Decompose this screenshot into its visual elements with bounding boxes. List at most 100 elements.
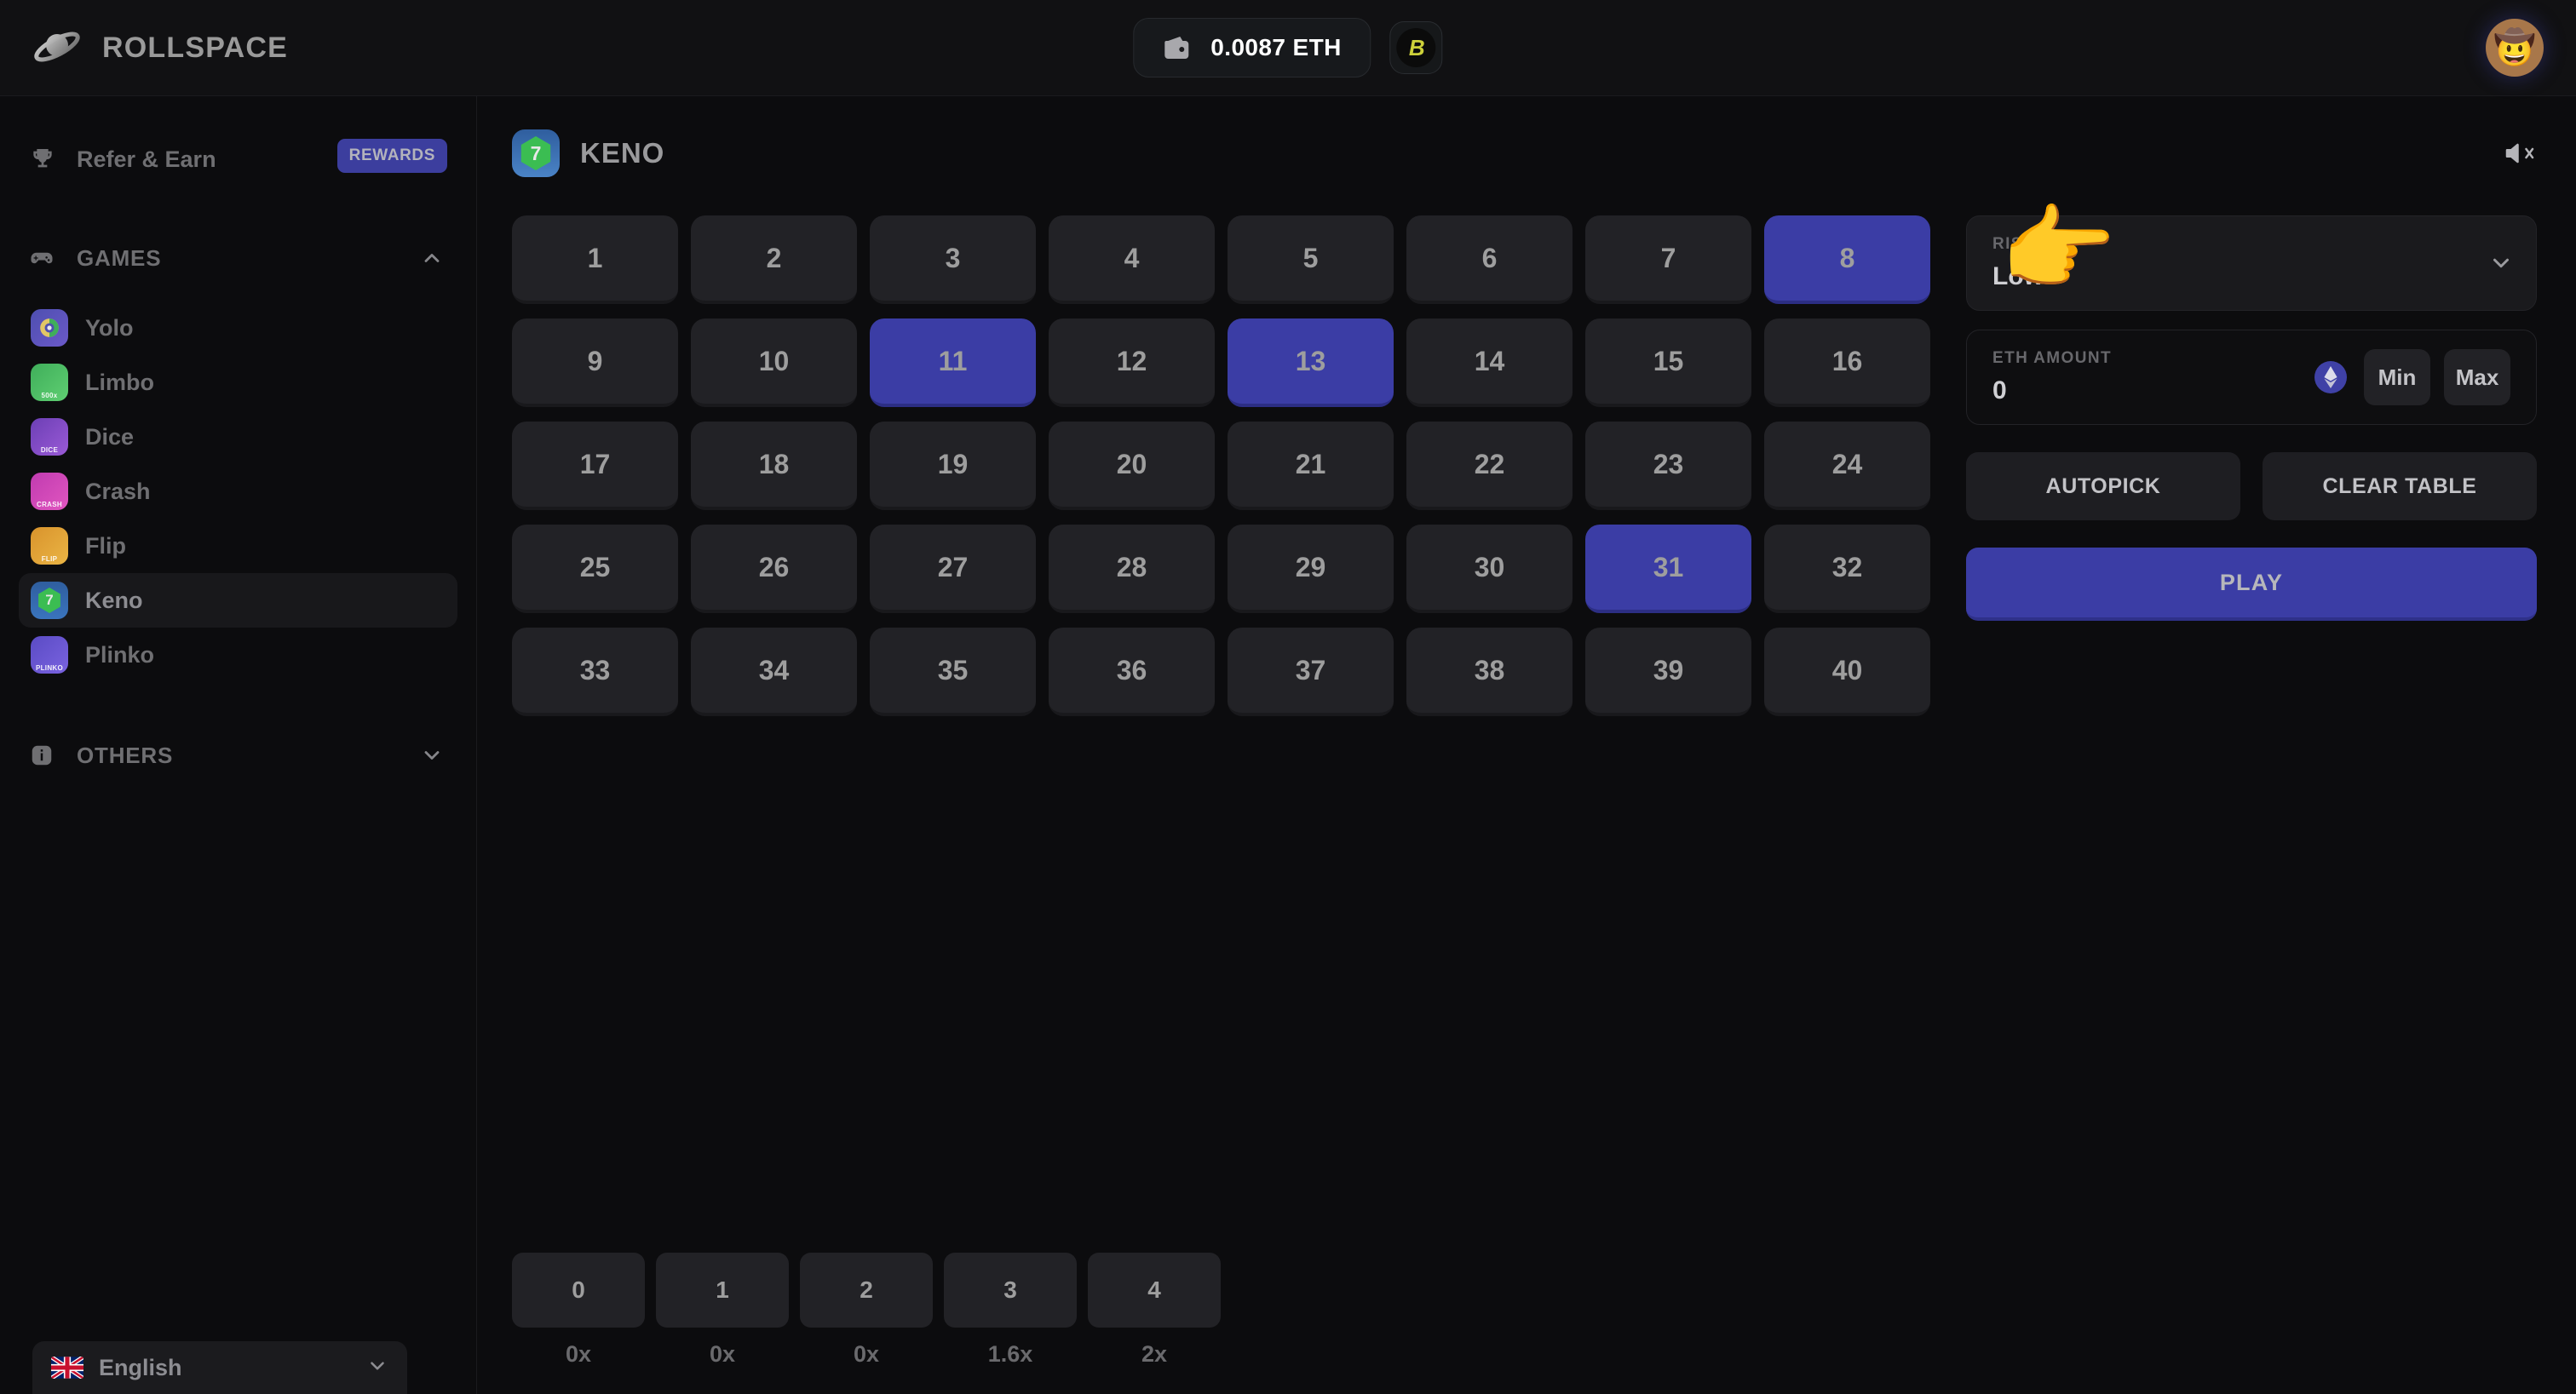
keno-tile-27[interactable]: 27 [870, 525, 1036, 613]
partner-badge-button[interactable]: B [1389, 21, 1443, 74]
keno-tile-19[interactable]: 19 [870, 422, 1036, 510]
keno-tile-32[interactable]: 32 [1764, 525, 1930, 613]
planet-saturn-icon [34, 28, 83, 67]
b-logo-icon: B [1396, 28, 1436, 67]
keno-tile-23[interactable]: 23 [1585, 422, 1751, 510]
keno-tile-10[interactable]: 10 [691, 318, 857, 407]
max-button[interactable]: Max [2444, 349, 2510, 405]
keno-tile-34[interactable]: 34 [691, 628, 857, 716]
keno-tile-15[interactable]: 15 [1585, 318, 1751, 407]
sidebar: Refer & Earn REWARDS GAMES Yolo 500x Lim… [0, 96, 477, 1394]
keno-tile-13[interactable]: 13 [1228, 318, 1394, 407]
eth-amount-label: ETH AMOUNT [1992, 349, 2112, 367]
keno-tile-26[interactable]: 26 [691, 525, 857, 613]
keno-tile-25[interactable]: 25 [512, 525, 678, 613]
keno-tile-7[interactable]: 7 [1585, 215, 1751, 304]
payout-cell-2: 2 0x [800, 1253, 933, 1368]
keno-tile-1[interactable]: 1 [512, 215, 678, 304]
sidebar-item-limbo[interactable]: 500x Limbo [19, 355, 457, 410]
sidebar-section-games[interactable]: GAMES [29, 234, 447, 282]
sidebar-item-label: Yolo [85, 314, 134, 341]
sidebar-item-keno[interactable]: 7 Keno [19, 573, 457, 628]
keno-tile-16[interactable]: 16 [1764, 318, 1930, 407]
payout-hits-4: 4 [1088, 1253, 1221, 1328]
chevron-up-icon[interactable] [420, 246, 444, 274]
keno-tile-28[interactable]: 28 [1049, 525, 1215, 613]
payout-cell-3: 3 1.6x [944, 1253, 1077, 1368]
keno-tile-31[interactable]: 31 [1585, 525, 1751, 613]
keno-tile-39[interactable]: 39 [1585, 628, 1751, 716]
crash-icon-caption: CRASH [37, 501, 62, 508]
dice-icon: DICE [31, 418, 68, 456]
keno-tile-2[interactable]: 2 [691, 215, 857, 304]
keno-tile-4[interactable]: 4 [1049, 215, 1215, 304]
payout-multiplier-0: 0x [565, 1341, 592, 1367]
keno-tile-38[interactable]: 38 [1406, 628, 1573, 716]
risk-select[interactable]: RISK Low [1966, 215, 2537, 311]
game-header: 7 KENO [512, 123, 2537, 183]
games-nav-list: Yolo 500x Limbo DICE Dice CRASH Crash FL… [0, 301, 476, 682]
keno-tile-14[interactable]: 14 [1406, 318, 1573, 407]
chevron-down-icon[interactable] [2488, 250, 2514, 280]
keno-tile-22[interactable]: 22 [1406, 422, 1573, 510]
keno-tile-11[interactable]: 11 [870, 318, 1036, 407]
sidebar-item-dice[interactable]: DICE Dice [19, 410, 457, 464]
keno-tile-17[interactable]: 17 [512, 422, 678, 510]
keno-tile-33[interactable]: 33 [512, 628, 678, 716]
keno-tile-24[interactable]: 24 [1764, 422, 1930, 510]
chevron-down-icon[interactable] [366, 1355, 388, 1381]
keno-tile-29[interactable]: 29 [1228, 525, 1394, 613]
keno-tile-12[interactable]: 12 [1049, 318, 1215, 407]
clear-table-button[interactable]: CLEAR TABLE [2263, 452, 2537, 520]
keno-tile-18[interactable]: 18 [691, 422, 857, 510]
min-button[interactable]: Min [2364, 349, 2430, 405]
brand-logo[interactable]: ROLLSPACE [34, 28, 288, 67]
keno-icon: 7 [31, 582, 68, 619]
avatar-emoji: 🤠 [2493, 29, 2536, 66]
keno-tile-6[interactable]: 6 [1406, 215, 1573, 304]
keno-tile-20[interactable]: 20 [1049, 422, 1215, 510]
keno-tile-37[interactable]: 37 [1228, 628, 1394, 716]
keno-game-page: ROLLSPACE 0.0087 ETH B 🤠 Refer & Earn RE… [0, 0, 2576, 1394]
pick-buttons-row: AUTOPICK CLEAR TABLE [1966, 452, 2537, 520]
payout-multiplier-row: 0 0x 1 0x 2 0x 3 1.6x 4 2x [512, 1253, 1221, 1368]
keno-tile-21[interactable]: 21 [1228, 422, 1394, 510]
sidebar-item-yolo[interactable]: Yolo [19, 301, 457, 355]
balance-amount: 0.0087 ETH [1210, 34, 1342, 60]
gamepad-icon [29, 245, 66, 271]
flip-icon: FLIP [31, 527, 68, 565]
keno-tile-30[interactable]: 30 [1406, 525, 1573, 613]
plinko-icon: PLINKO [31, 636, 68, 674]
sidebar-item-crash[interactable]: CRASH Crash [19, 464, 457, 519]
payout-hits-3: 3 [944, 1253, 1077, 1328]
avatar[interactable]: 🤠 [2486, 19, 2544, 77]
keno-tile-8[interactable]: 8 [1764, 215, 1930, 304]
keno-tile-5[interactable]: 5 [1228, 215, 1394, 304]
payout-hits-1: 1 [656, 1253, 789, 1328]
sidebar-item-refer-earn[interactable]: Refer & Earn REWARDS [29, 134, 447, 185]
keno-tile-35[interactable]: 35 [870, 628, 1036, 716]
language-selector[interactable]: English [32, 1341, 407, 1394]
balance-pill[interactable]: 0.0087 ETH [1133, 18, 1371, 77]
autopick-button[interactable]: AUTOPICK [1966, 452, 2240, 520]
sidebar-item-flip[interactable]: FLIP Flip [19, 519, 457, 573]
eth-amount-input-wrap: ETH AMOUNT 0 [1992, 349, 2314, 405]
others-section-title: OTHERS [77, 742, 174, 768]
keno-tile-9[interactable]: 9 [512, 318, 678, 407]
payout-hits-2: 2 [800, 1253, 933, 1328]
payout-multiplier-1: 0x [709, 1341, 736, 1367]
keno-board: 1 2 3 4 5 6 7 8 9 10 11 12 13 14 15 16 17 18 19 20 21 22 23 24 2… [512, 215, 1939, 716]
risk-label: RISK [1992, 235, 2036, 253]
keno-tile-3[interactable]: 3 [870, 215, 1036, 304]
rewards-badge[interactable]: REWARDS [336, 139, 447, 173]
keno-tile-40[interactable]: 40 [1764, 628, 1930, 716]
sidebar-section-others[interactable]: OTHERS [29, 731, 447, 779]
sidebar-item-label: Limbo [85, 369, 154, 395]
play-button[interactable]: PLAY [1966, 548, 2537, 621]
sidebar-item-plinko[interactable]: PLINKO Plinko [19, 628, 457, 682]
chevron-down-icon[interactable] [420, 743, 444, 772]
eth-amount-field[interactable]: ETH AMOUNT 0 Min Max [1966, 330, 2537, 425]
keno-tile-36[interactable]: 36 [1049, 628, 1215, 716]
eth-amount-input[interactable]: 0 [1992, 376, 2314, 405]
speaker-muted-icon[interactable] [2503, 141, 2537, 166]
